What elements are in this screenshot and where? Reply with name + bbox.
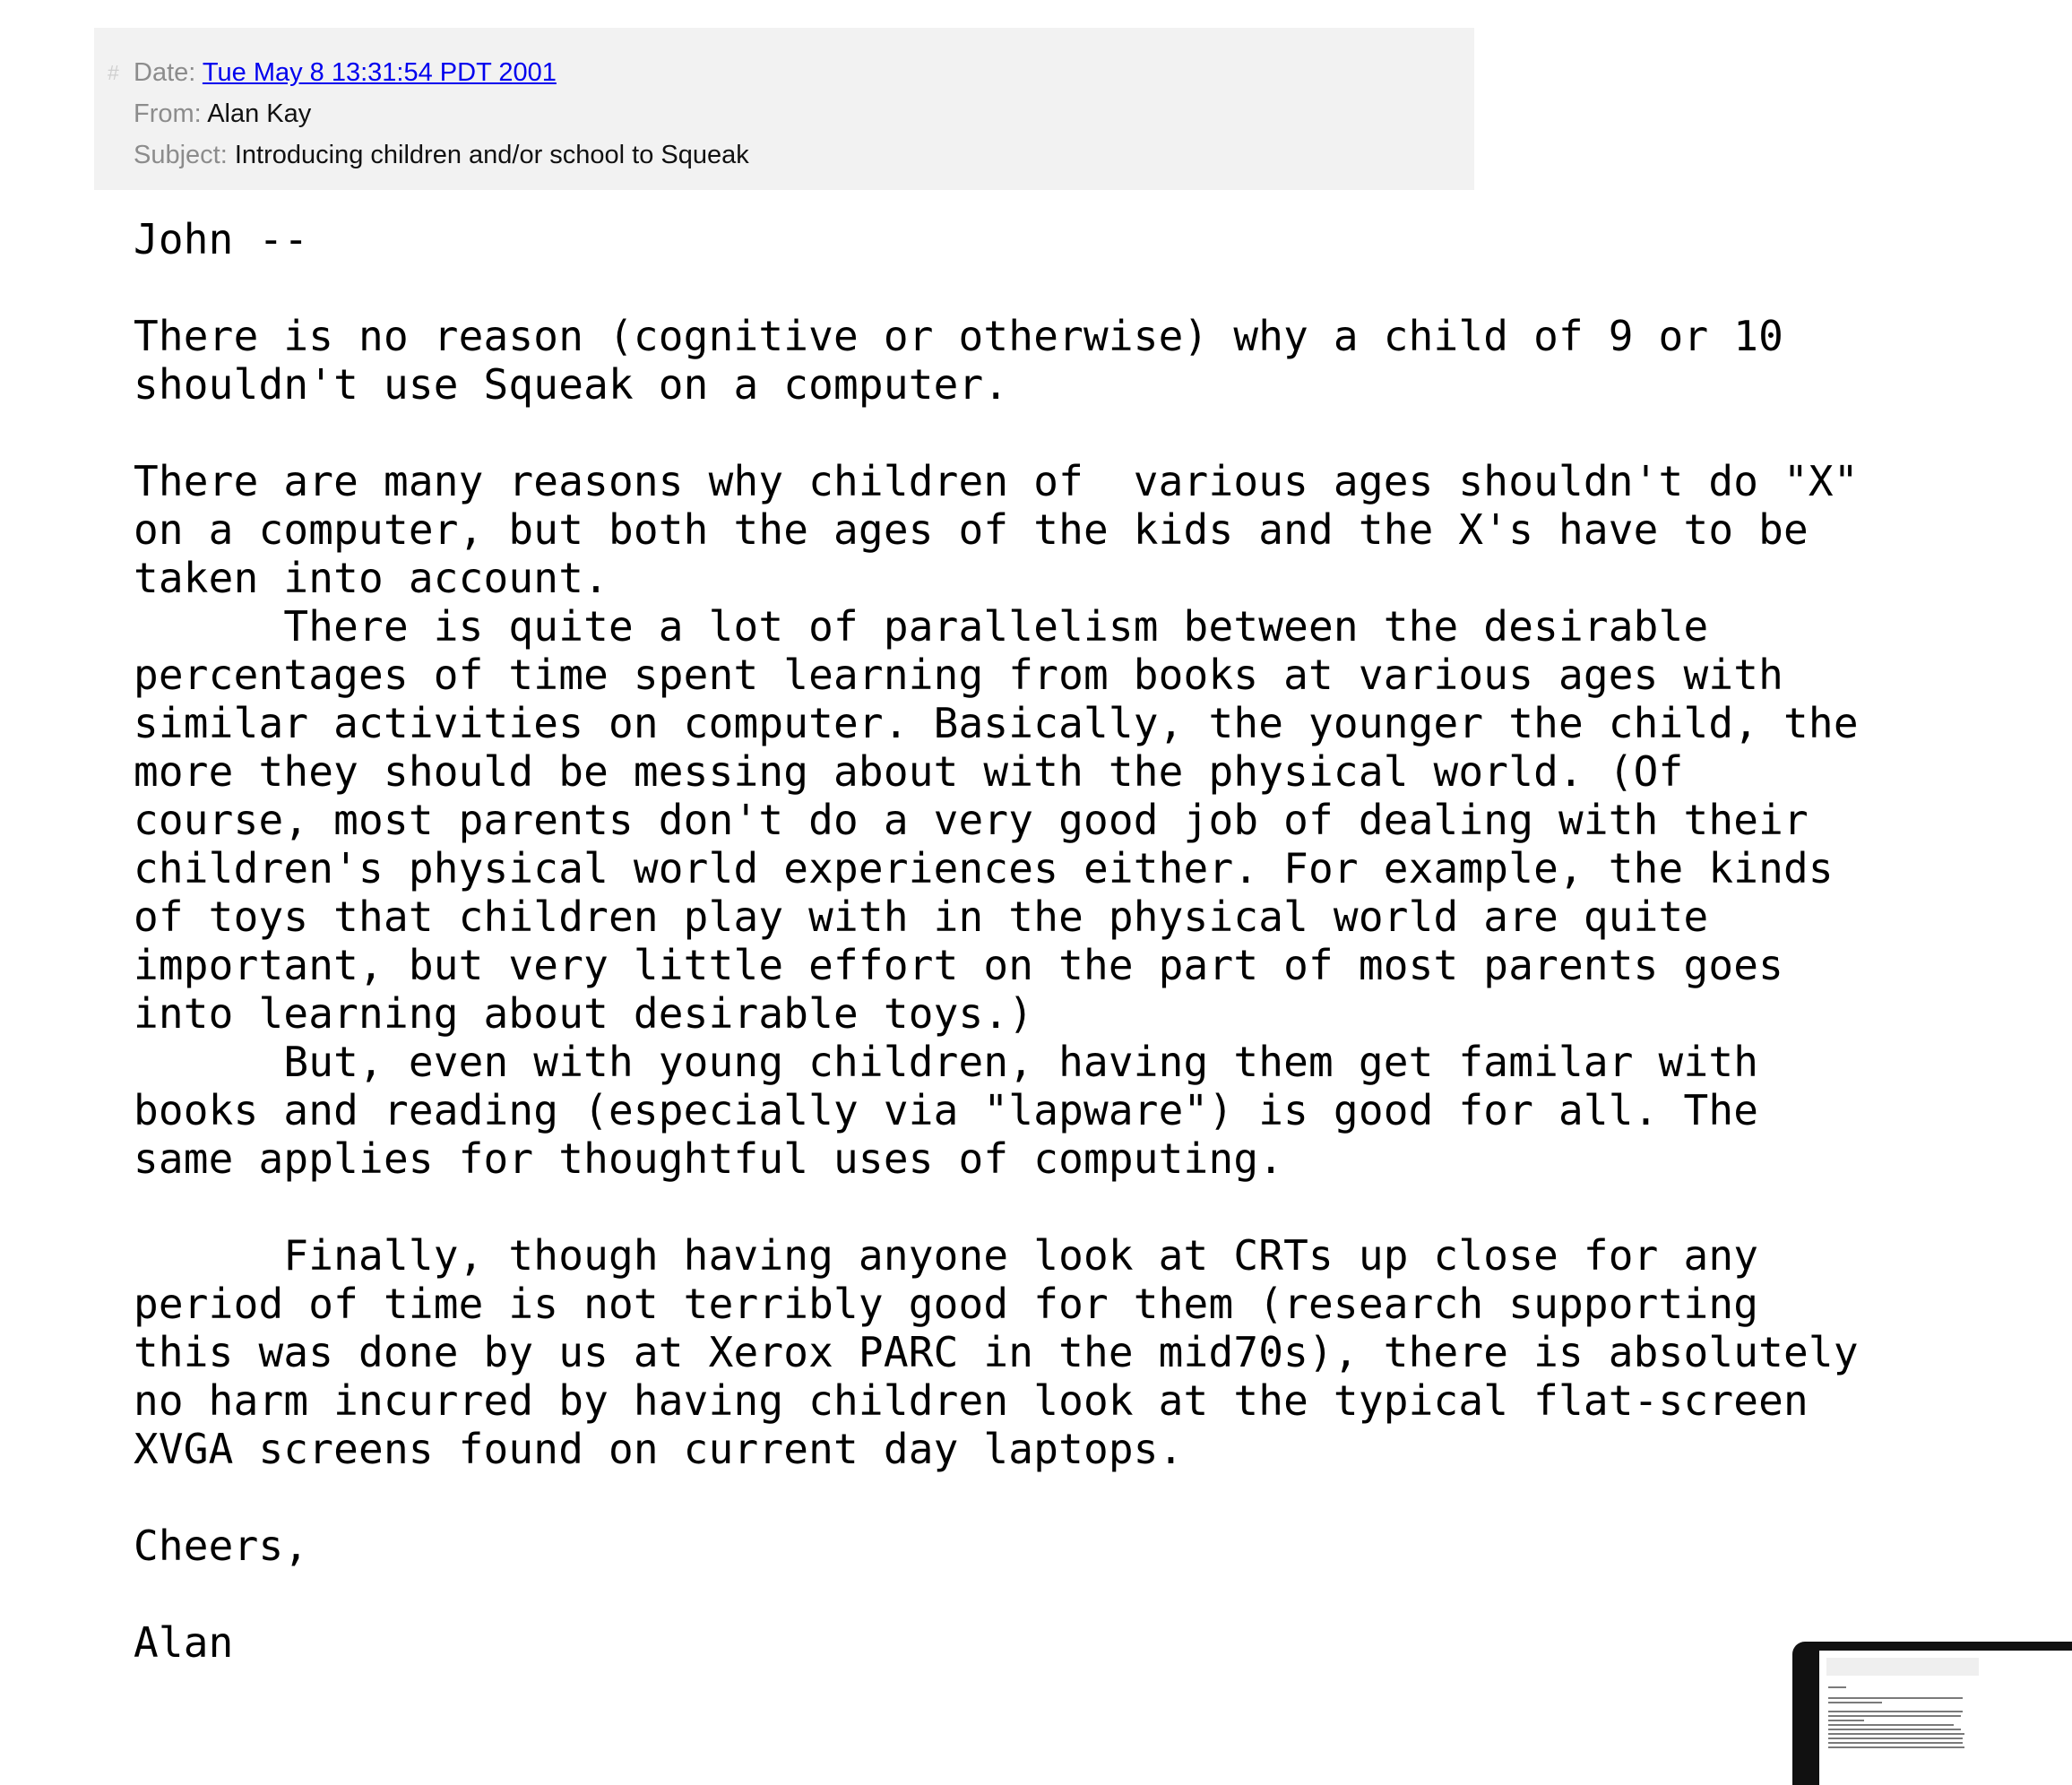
thumbnail-text-line [1828,1697,1963,1699]
thumbnail-text-line [1828,1715,1961,1717]
message-body: John -- There is no reason (cognitive or… [134,215,1859,1667]
subject-row: Subject: Introducing children and/or sch… [134,134,1474,176]
thumbnail-text-line [1828,1738,1963,1739]
date-row: # Date: Tue May 8 13:31:54 PDT 2001 [108,52,1474,93]
thumbnail-text-line [1828,1746,1964,1748]
thumbnail-header-box [1826,1658,1979,1676]
thumbnail-text-line [1828,1742,1963,1744]
thumbnail-text-line [1828,1733,1964,1735]
from-row: From: Alan Kay [134,93,1474,134]
thumbnail-preview [1819,1651,2072,1785]
message-header: # Date: Tue May 8 13:31:54 PDT 2001 From… [94,28,1474,190]
thumbnail-text-line [1828,1724,1954,1726]
subject-value: Introducing children and/or school to Sq… [234,141,749,169]
anchor-link[interactable]: # [108,52,119,93]
thumbnail-text-line [1828,1702,1882,1703]
thumbnail-text-line [1828,1711,1963,1712]
thumbnail-text-line [1828,1720,1864,1721]
from-value: Alan Kay [207,99,312,128]
from-label: From: [134,99,202,128]
screenshot-thumbnail[interactable] [1792,1642,2072,1785]
date-link[interactable]: Tue May 8 13:31:54 PDT 2001 [203,58,557,87]
subject-label: Subject: [134,141,228,169]
thumbnail-text-line [1828,1729,1961,1730]
thumbnail-text-line [1828,1686,1846,1688]
date-label: Date: [134,58,196,87]
